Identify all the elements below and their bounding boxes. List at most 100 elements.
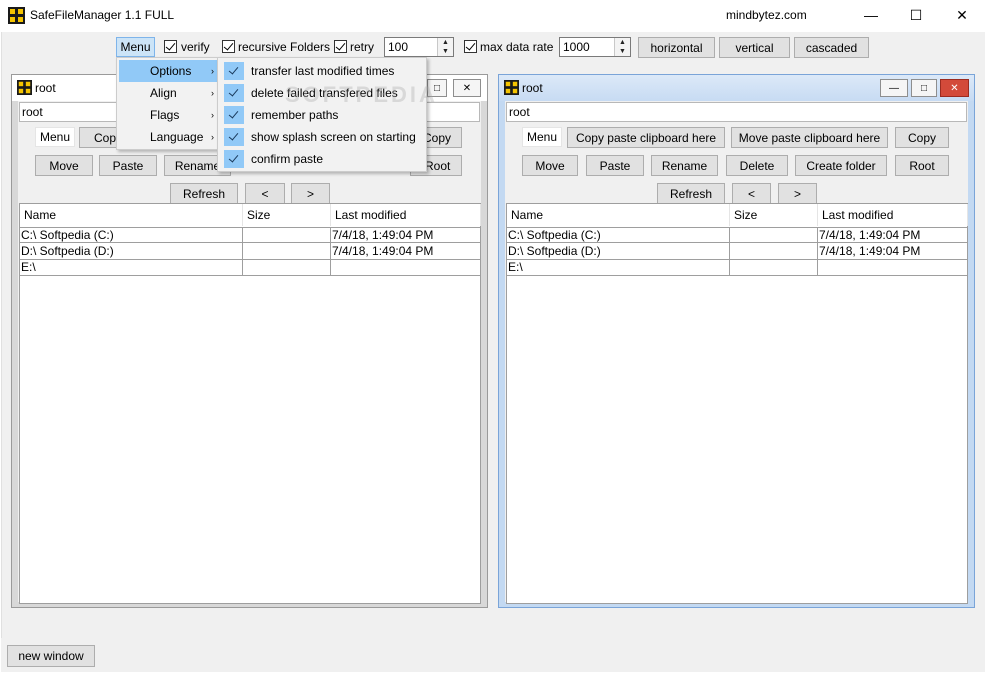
left-window-title: root (35, 81, 56, 95)
max-data-rate-value: 1000 (563, 40, 590, 54)
table-row[interactable]: C:\ Softpedia (C:) 7/4/18, 1:49:04 PM (20, 227, 480, 244)
main-menu-dropdown: Options › Align › Flags › Language › (116, 57, 223, 150)
menu-item-options[interactable]: Options › (119, 60, 220, 82)
table-row[interactable]: E:\ (20, 260, 480, 276)
path-input[interactable]: root (506, 102, 967, 122)
cell-name: C:\ Softpedia (C:) (507, 228, 730, 244)
menu-item-label: Language (150, 130, 204, 144)
cascaded-button[interactable]: cascaded (794, 37, 869, 58)
delete-button[interactable]: Delete (726, 155, 788, 176)
checkmark-icon (224, 62, 244, 80)
max-data-rate-spinbox[interactable]: 1000 ▲ ▼ (559, 37, 631, 57)
menu-item-label: Options (150, 64, 192, 78)
file-list[interactable]: Name Size Last modified C:\ Softpedia (C… (19, 203, 481, 604)
create-folder-button[interactable]: Create folder (795, 155, 887, 176)
move-paste-clipboard-button[interactable]: Move paste clipboard here (731, 127, 888, 148)
menu-item-flags[interactable]: Flags › (119, 104, 220, 126)
verify-checkbox[interactable] (164, 40, 177, 53)
back-button[interactable]: < (732, 183, 771, 204)
max-rate-spinner-arrows[interactable]: ▲ ▼ (614, 38, 630, 56)
window-title: SafeFileManager 1.1 FULL (30, 8, 175, 22)
copy-paste-clipboard-button[interactable]: Copy paste clipboard here (567, 127, 725, 148)
file-list[interactable]: Name Size Last modified C:\ Softpedia (C… (506, 203, 968, 604)
right-file-window: root — □ ✕ root Menu Copy paste clipboar… (498, 74, 975, 608)
window-frame (481, 101, 487, 607)
column-header-name[interactable]: Name (20, 204, 243, 226)
table-row[interactable]: E:\ (507, 260, 967, 276)
right-window-title: root (522, 81, 543, 95)
menu-item-label: Align (150, 86, 177, 100)
table-row[interactable]: D:\ Softpedia (D:) 7/4/18, 1:49:04 PM (20, 244, 480, 260)
menu-item-align[interactable]: Align › (119, 82, 220, 104)
checkmark-icon (224, 106, 244, 124)
window-frame (12, 101, 18, 607)
vertical-button[interactable]: vertical (719, 37, 790, 58)
cell-size (730, 260, 818, 276)
site-label: mindbytez.com (726, 8, 807, 22)
checkmark-icon (224, 128, 244, 146)
column-header-size[interactable]: Size (730, 204, 818, 226)
retry-spinbox[interactable]: 100 ▲ ▼ (384, 37, 454, 57)
copy-button[interactable]: Copy (895, 127, 949, 148)
table-row[interactable]: C:\ Softpedia (C:) 7/4/18, 1:49:04 PM (507, 227, 967, 244)
cell-modified: 7/4/18, 1:49:04 PM (332, 244, 434, 258)
paste-button[interactable]: Paste (586, 155, 644, 176)
menu-item-transfer-last-modified[interactable]: transfer last modified times (220, 60, 424, 82)
move-button[interactable]: Move (35, 155, 93, 176)
refresh-button[interactable]: Refresh (657, 183, 725, 204)
menu-item-language[interactable]: Language › (119, 126, 220, 148)
restore-icon[interactable]: □ (911, 79, 937, 97)
horizontal-button[interactable]: horizontal (638, 37, 715, 58)
menu-item-show-splash[interactable]: show splash screen on starting (220, 126, 424, 148)
cell-name: E:\ (20, 260, 243, 276)
chevron-right-icon: › (211, 66, 214, 76)
forward-button[interactable]: > (778, 183, 817, 204)
main-menu-button[interactable]: Menu (116, 37, 155, 57)
cell-size (243, 244, 331, 260)
menu-item-confirm-paste[interactable]: confirm paste (220, 148, 424, 170)
root-button[interactable]: Root (895, 155, 949, 176)
app-icon (17, 80, 32, 95)
max-data-rate-checkbox[interactable] (464, 40, 477, 53)
retry-spinner-arrows[interactable]: ▲ ▼ (437, 38, 453, 56)
cell-size (243, 260, 331, 276)
move-button[interactable]: Move (522, 155, 578, 176)
spin-up-icon[interactable]: ▲ (615, 38, 630, 47)
recursive-folders-checkbox[interactable] (222, 40, 235, 53)
new-window-button[interactable]: new window (7, 645, 95, 667)
chevron-right-icon: › (211, 88, 214, 98)
spin-down-icon[interactable]: ▼ (438, 47, 453, 56)
back-button[interactable]: < (245, 183, 285, 204)
close-icon[interactable]: ✕ (940, 79, 969, 97)
column-header-name[interactable]: Name (507, 204, 730, 226)
spin-down-icon[interactable]: ▼ (615, 47, 630, 56)
column-header-last-modified[interactable]: Last modified (331, 204, 481, 226)
maximize-button[interactable]: ☐ (893, 0, 939, 30)
window-menu-button[interactable]: Menu (35, 127, 75, 147)
spin-up-icon[interactable]: ▲ (438, 38, 453, 47)
cell-name: E:\ (507, 260, 730, 276)
minimize-button[interactable]: — (848, 0, 894, 30)
retry-label: retry (350, 40, 374, 54)
rename-button[interactable]: Rename (651, 155, 718, 176)
footer-bar (1, 638, 985, 672)
cell-modified (331, 260, 481, 276)
table-row[interactable]: D:\ Softpedia (D:) 7/4/18, 1:49:04 PM (507, 244, 967, 260)
minimize-icon[interactable]: — (880, 79, 908, 97)
cell-modified: 7/4/18, 1:49:04 PM (819, 244, 921, 258)
window-frame (499, 101, 505, 607)
retry-checkbox[interactable] (334, 40, 347, 53)
cell-modified: 7/4/18, 1:49:04 PM (819, 228, 921, 242)
close-button[interactable]: ✕ (939, 0, 985, 30)
column-header-last-modified[interactable]: Last modified (818, 204, 968, 226)
cell-name: C:\ Softpedia (C:) (20, 228, 243, 244)
refresh-button[interactable]: Refresh (170, 183, 238, 204)
right-window-caption[interactable]: root — □ ✕ (499, 75, 974, 101)
cell-size (243, 228, 331, 244)
paste-button[interactable]: Paste (99, 155, 157, 176)
checkmark-icon (224, 84, 244, 102)
column-header-size[interactable]: Size (243, 204, 331, 226)
window-menu-button[interactable]: Menu (522, 127, 562, 147)
forward-button[interactable]: > (291, 183, 330, 204)
close-icon[interactable]: ✕ (453, 79, 481, 97)
